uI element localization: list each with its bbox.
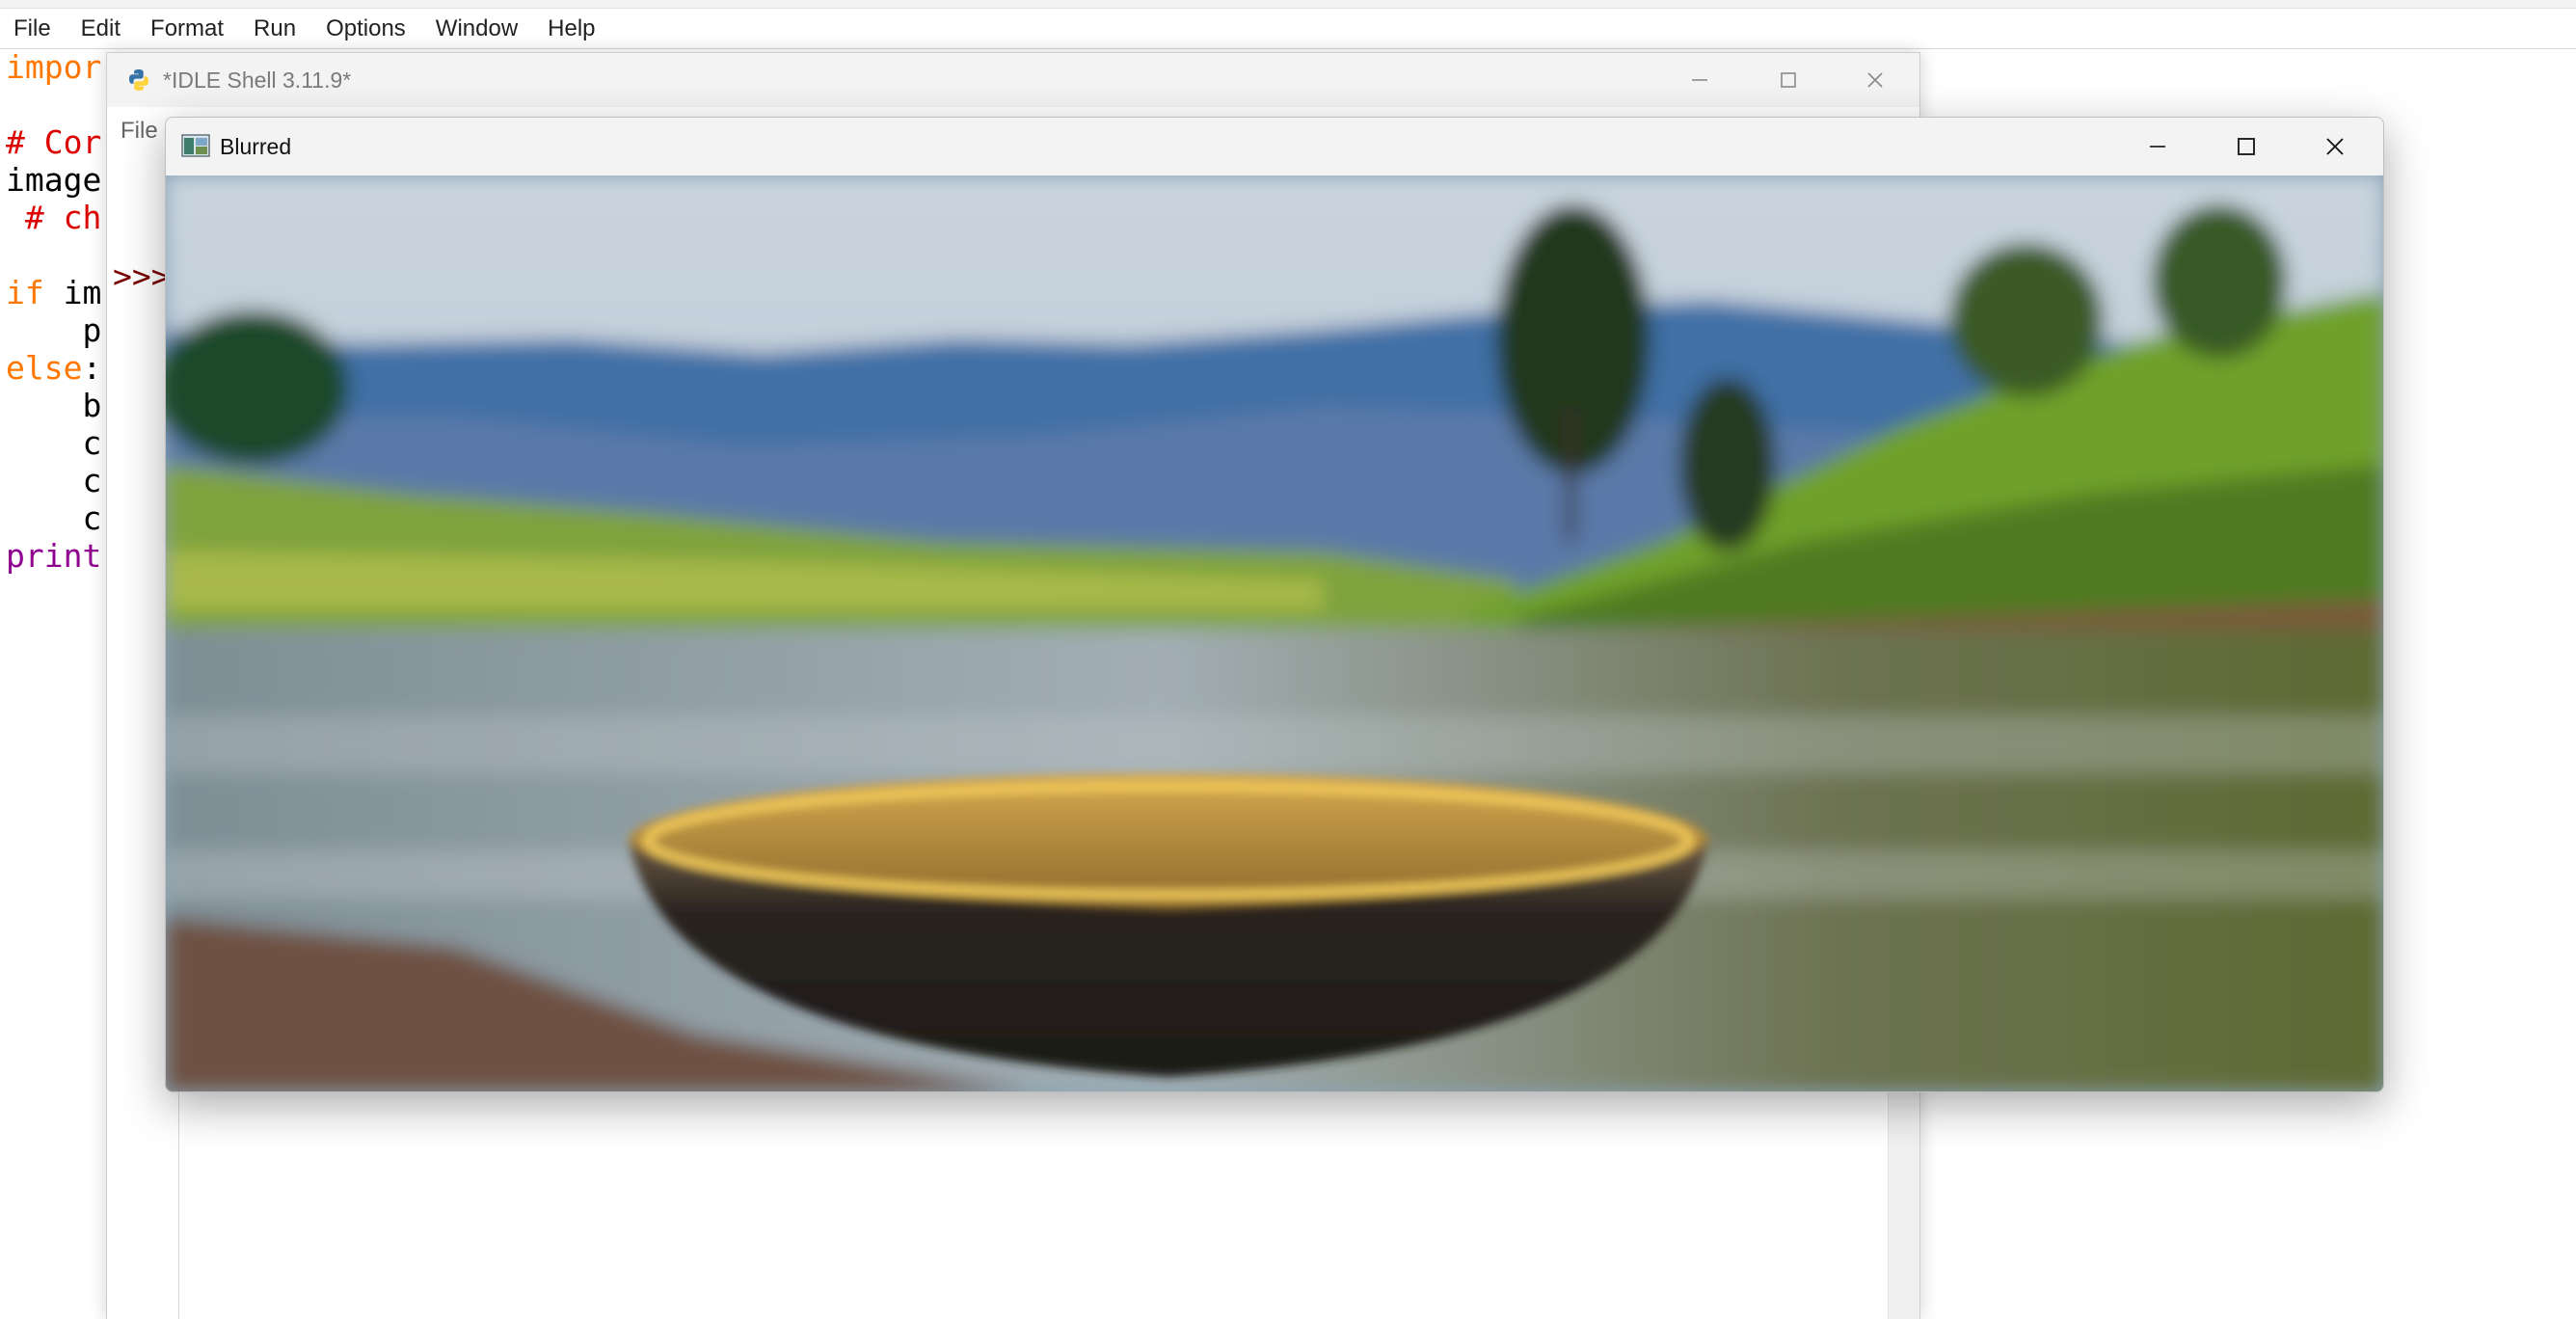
minimize-icon: [1692, 79, 1707, 81]
code-line: else:: [6, 349, 101, 387]
code-token: :: [82, 349, 102, 387]
blurred-maximize-button[interactable]: [2202, 118, 2291, 175]
menu-file[interactable]: File: [0, 10, 67, 48]
menu-options[interactable]: Options: [312, 10, 422, 48]
code-token: # ch: [6, 199, 102, 236]
code-token: image: [6, 161, 102, 199]
code-token: im: [43, 274, 102, 311]
minimize-icon: [2150, 146, 2165, 148]
blurred-titlebar[interactable]: Blurred: [166, 118, 2383, 175]
maximize-icon: [2238, 138, 2255, 155]
code-token: # Cor: [6, 123, 102, 161]
editor-menubar: File Edit Format Run Options Window Help: [0, 10, 2576, 49]
menu-run[interactable]: Run: [240, 10, 312, 48]
code-token: p: [6, 311, 102, 349]
code-line: # Cor: [6, 123, 101, 161]
code-token: c: [6, 499, 102, 537]
code-token: else: [6, 349, 83, 387]
code-line: impor: [6, 48, 101, 86]
python-icon: [126, 67, 151, 93]
blurred-close-button[interactable]: [2291, 118, 2379, 175]
shell-menu-file[interactable]: File: [121, 107, 158, 155]
image-window-icon: [181, 133, 210, 158]
shell-maximize-button[interactable]: [1744, 53, 1833, 107]
shell-prompt: >>>: [113, 257, 171, 295]
shell-window-title: *IDLE Shell 3.11.9*: [163, 67, 352, 93]
code-line: c: [6, 424, 101, 462]
editor-titlebar: [0, 0, 2576, 9]
shell-titlebar[interactable]: *IDLE Shell 3.11.9*: [107, 53, 1919, 107]
blurred-window-title: Blurred: [220, 134, 292, 159]
maximize-icon: [1781, 72, 1796, 88]
code-line: c: [6, 462, 101, 499]
code-line: b: [6, 387, 101, 424]
code-editor-text[interactable]: impor # Cor image # ch if im p else: b c c c…: [6, 48, 101, 575]
code-line: if im: [6, 274, 101, 311]
menu-format[interactable]: Format: [137, 10, 240, 48]
code-line: c: [6, 499, 101, 537]
code-token: print: [6, 537, 102, 575]
code-line: # ch: [6, 199, 101, 236]
menu-help[interactable]: Help: [534, 10, 611, 48]
code-line: image: [6, 161, 101, 199]
code-token: c: [6, 462, 102, 499]
blurred-image-window: Blurred: [165, 117, 2384, 1092]
close-icon: [1867, 72, 1883, 88]
menu-window[interactable]: Window: [422, 10, 534, 48]
code-token: impor: [6, 48, 102, 86]
blurred-photo: [166, 175, 2383, 1091]
code-line: print: [6, 537, 101, 575]
menu-edit[interactable]: Edit: [67, 10, 137, 48]
code-line: p: [6, 311, 101, 349]
close-icon: [2326, 138, 2344, 155]
blurred-minimize-button[interactable]: [2113, 118, 2202, 175]
code-token: if: [6, 274, 44, 311]
shell-close-button[interactable]: [1831, 53, 1919, 107]
code-token: c: [6, 424, 102, 462]
shell-minimize-button[interactable]: [1655, 53, 1744, 107]
code-token: b: [6, 387, 102, 424]
